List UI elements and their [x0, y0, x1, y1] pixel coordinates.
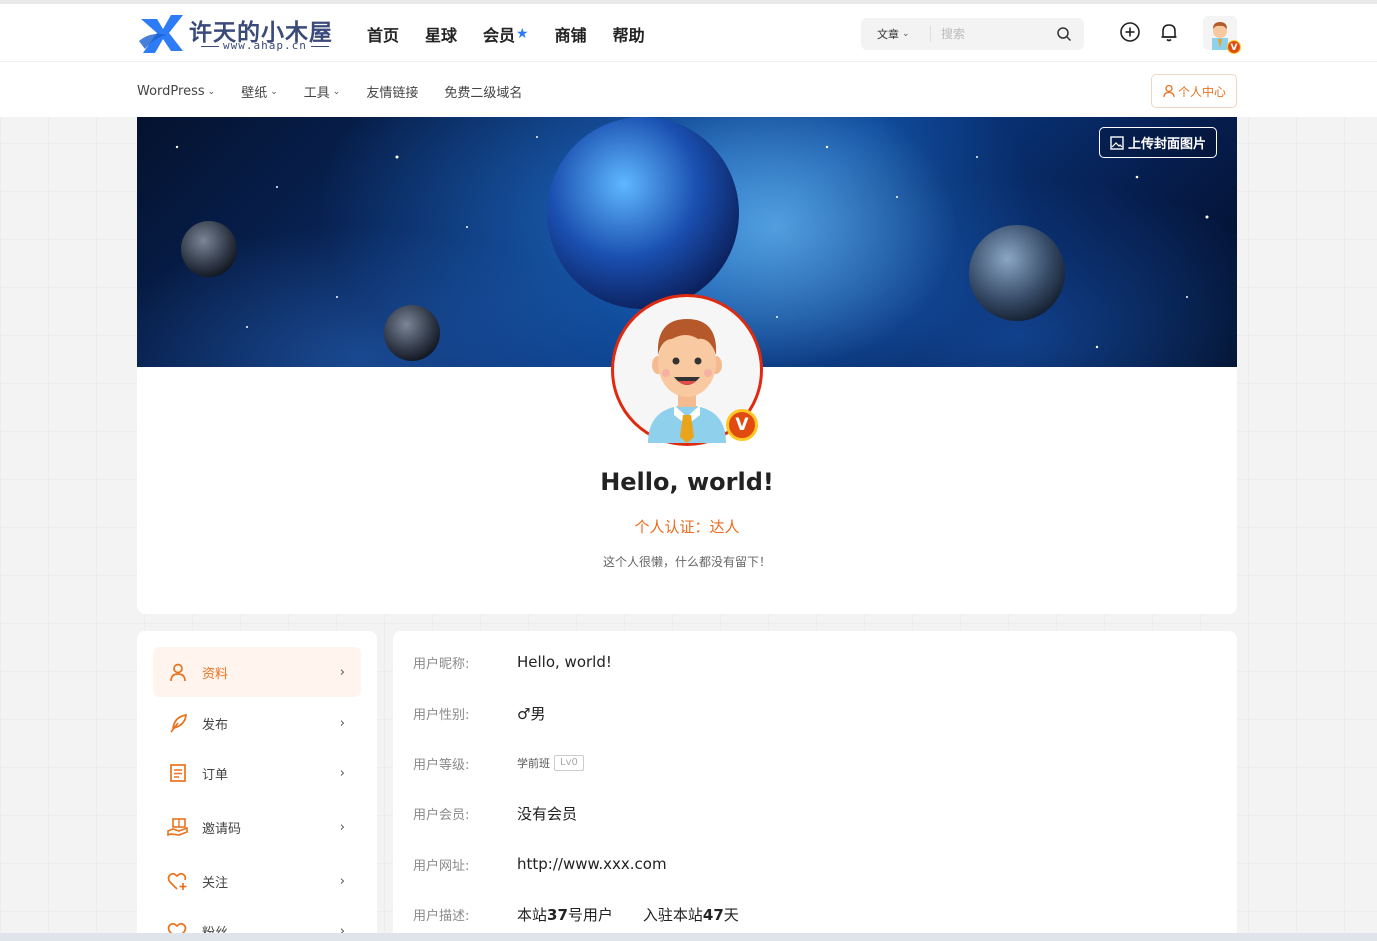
main-nav: 首页 星球 会员 ★ 商铺 帮助 — [367, 22, 671, 46]
nav-planet[interactable]: 星球 — [425, 22, 457, 46]
detail-label: 用户会员: — [413, 807, 470, 823]
level-badge: Lv0 — [554, 755, 584, 771]
level-name: 学前班 — [517, 757, 550, 770]
order-icon — [167, 762, 189, 784]
user-sidebar: 资料 › 发布 › 订单 › 邀请码 › 关注 › 粉丝 › — [137, 631, 377, 941]
nav-member[interactable]: 会员 ★ — [483, 22, 529, 46]
heart-plus-icon — [167, 870, 189, 892]
search-input[interactable] — [931, 27, 1051, 41]
detail-value-nickname: Hello, world! — [517, 653, 612, 671]
search-category-select[interactable]: 文章 ⌄ — [861, 26, 931, 42]
detail-row-nickname: 用户昵称: Hello, world! — [413, 651, 1213, 673]
subnav-wallpaper[interactable]: 壁纸 ⌄ — [241, 82, 278, 101]
detail-label: 用户网址: — [413, 858, 470, 874]
stat-suffix: 号用户 — [567, 905, 613, 924]
user-number: 37 — [547, 905, 568, 924]
subnav-tools-label: 工具 — [303, 86, 330, 101]
site-header: 许天的小木屋 www.ahap.cn 首页 星球 会员★ 商铺 帮助 文章 ⌄ — [0, 4, 1377, 117]
subnav-links[interactable]: 友情链接 — [366, 82, 418, 101]
header-main-row: 许天的小木屋 www.ahap.cn 首页 星球 会员★ 商铺 帮助 文章 ⌄ — [0, 4, 1377, 62]
subnav-tools[interactable]: 工具 ⌄ — [304, 82, 341, 101]
personal-center-button[interactable]: 个人中心 — [1151, 74, 1237, 108]
search-category-label: 文章 — [877, 28, 899, 41]
sidebar-item-publish[interactable]: 发布 › — [153, 698, 361, 748]
user-icon — [1163, 84, 1175, 98]
window-bottom-edge — [0, 933, 1377, 941]
detail-value-url[interactable]: http://www.xxx.com — [517, 855, 667, 873]
sidebar-item-invite-code[interactable]: 邀请码 › — [153, 802, 361, 852]
logo-subtitle: www.ahap.cn — [197, 39, 333, 52]
stat-prefix: 本站 — [517, 905, 548, 924]
detail-value-gender: ♂男 — [517, 704, 546, 723]
profile-avatar[interactable]: V — [611, 294, 763, 446]
star-icon: ★ — [516, 26, 529, 42]
chevron-down-icon: ⌄ — [332, 86, 341, 97]
sidebar-item-follow[interactable]: 关注 › — [153, 856, 361, 906]
subnav-wordpress-label: WordPress — [137, 84, 205, 99]
detail-value-level: 学前班 Lv0 — [517, 755, 584, 771]
user-avatar-small[interactable]: V — [1203, 16, 1241, 54]
site-logo[interactable]: 许天的小木屋 www.ahap.cn — [137, 11, 337, 57]
sidebar-item-label: 订单 — [202, 767, 229, 783]
detail-row-gender: 用户性别: ♂男 — [413, 702, 1213, 724]
stat-suffix: 天 — [723, 905, 739, 924]
stat-prefix: 入驻本站 — [642, 905, 703, 924]
detail-value-description: 本站37号用户 入驻本站47天 — [517, 904, 769, 925]
detail-row-description: 用户描述: 本站37号用户 入驻本站47天 — [413, 903, 1213, 925]
chevron-down-icon: ⌄ — [902, 29, 910, 39]
nav-member-label: 会员 — [483, 26, 516, 45]
profile-bio: 这个人很懒，什么都没有留下！ — [602, 555, 771, 569]
profile-username: Hello, world! — [600, 468, 774, 496]
sidebar-item-profile[interactable]: 资料 › — [153, 647, 361, 697]
sidebar-item-label: 关注 — [202, 875, 229, 891]
detail-row-url: 用户网址: http://www.xxx.com — [413, 853, 1213, 875]
subnav-wordpress[interactable]: WordPress ⌄ — [137, 82, 215, 101]
personal-center-label: 个人中心 — [1177, 84, 1226, 99]
chevron-right-icon: › — [339, 765, 345, 781]
logo-icon — [139, 15, 183, 53]
upload-cover-label: 上传封面图片 — [1127, 137, 1206, 152]
nav-shop[interactable]: 商铺 — [555, 22, 587, 46]
sidebar-item-label: 发布 — [202, 717, 229, 733]
image-icon — [1110, 135, 1124, 150]
join-days: 47 — [702, 905, 724, 924]
subnav-free-domain[interactable]: 免费二级域名 — [444, 82, 522, 101]
subnav-wallpaper-label: 壁纸 — [241, 86, 268, 101]
chevron-right-icon: › — [339, 715, 345, 731]
user-icon — [167, 661, 189, 683]
header-sub-row: WordPress ⌄ 壁纸 ⌄ 工具 ⌄ 友情链接 免费二级域名 个人中心 — [0, 62, 1377, 117]
detail-label: 用户性别: — [413, 707, 470, 723]
invite-icon — [167, 816, 189, 838]
search-box: 文章 ⌄ — [861, 18, 1084, 50]
feather-icon — [167, 712, 189, 734]
profile-details-panel: 用户昵称: Hello, world! 用户性别: ♂男 用户等级: 学前班 L… — [393, 631, 1237, 941]
sidebar-item-orders[interactable]: 订单 › — [153, 748, 361, 798]
user-number-stat: 本站37号用户 — [517, 904, 613, 925]
search-icon[interactable] — [1056, 26, 1072, 42]
sidebar-item-label: 邀请码 — [202, 821, 242, 837]
sidebar-item-label: 资料 — [202, 666, 229, 682]
detail-label: 用户昵称: — [413, 656, 470, 672]
profile-certification: 个人认证：达人 — [634, 518, 740, 536]
chevron-down-icon: ⌄ — [207, 86, 216, 97]
nav-home[interactable]: 首页 — [367, 22, 399, 46]
detail-label: 用户等级: — [413, 757, 470, 773]
upload-cover-button[interactable]: 上传封面图片 — [1098, 127, 1217, 158]
detail-row-level: 用户等级: 学前班 Lv0 — [413, 752, 1213, 774]
join-days-stat: 入驻本站47天 — [643, 904, 739, 925]
chevron-right-icon: › — [339, 819, 345, 835]
nav-help[interactable]: 帮助 — [613, 22, 645, 46]
chevron-right-icon: › — [339, 664, 345, 680]
detail-row-member: 用户会员: 没有会员 — [413, 802, 1213, 824]
vip-badge-small: V — [1227, 40, 1241, 54]
chevron-right-icon: › — [339, 873, 345, 889]
vip-badge: V — [726, 409, 758, 441]
chevron-down-icon: ⌄ — [270, 86, 278, 97]
detail-value-member: 没有会员 — [517, 804, 578, 823]
add-icon[interactable] — [1119, 21, 1141, 43]
bell-icon[interactable] — [1158, 21, 1180, 43]
detail-label: 用户描述: — [413, 908, 470, 924]
sub-nav: WordPress ⌄ 壁纸 ⌄ 工具 ⌄ 友情链接 免费二级域名 — [137, 82, 548, 101]
